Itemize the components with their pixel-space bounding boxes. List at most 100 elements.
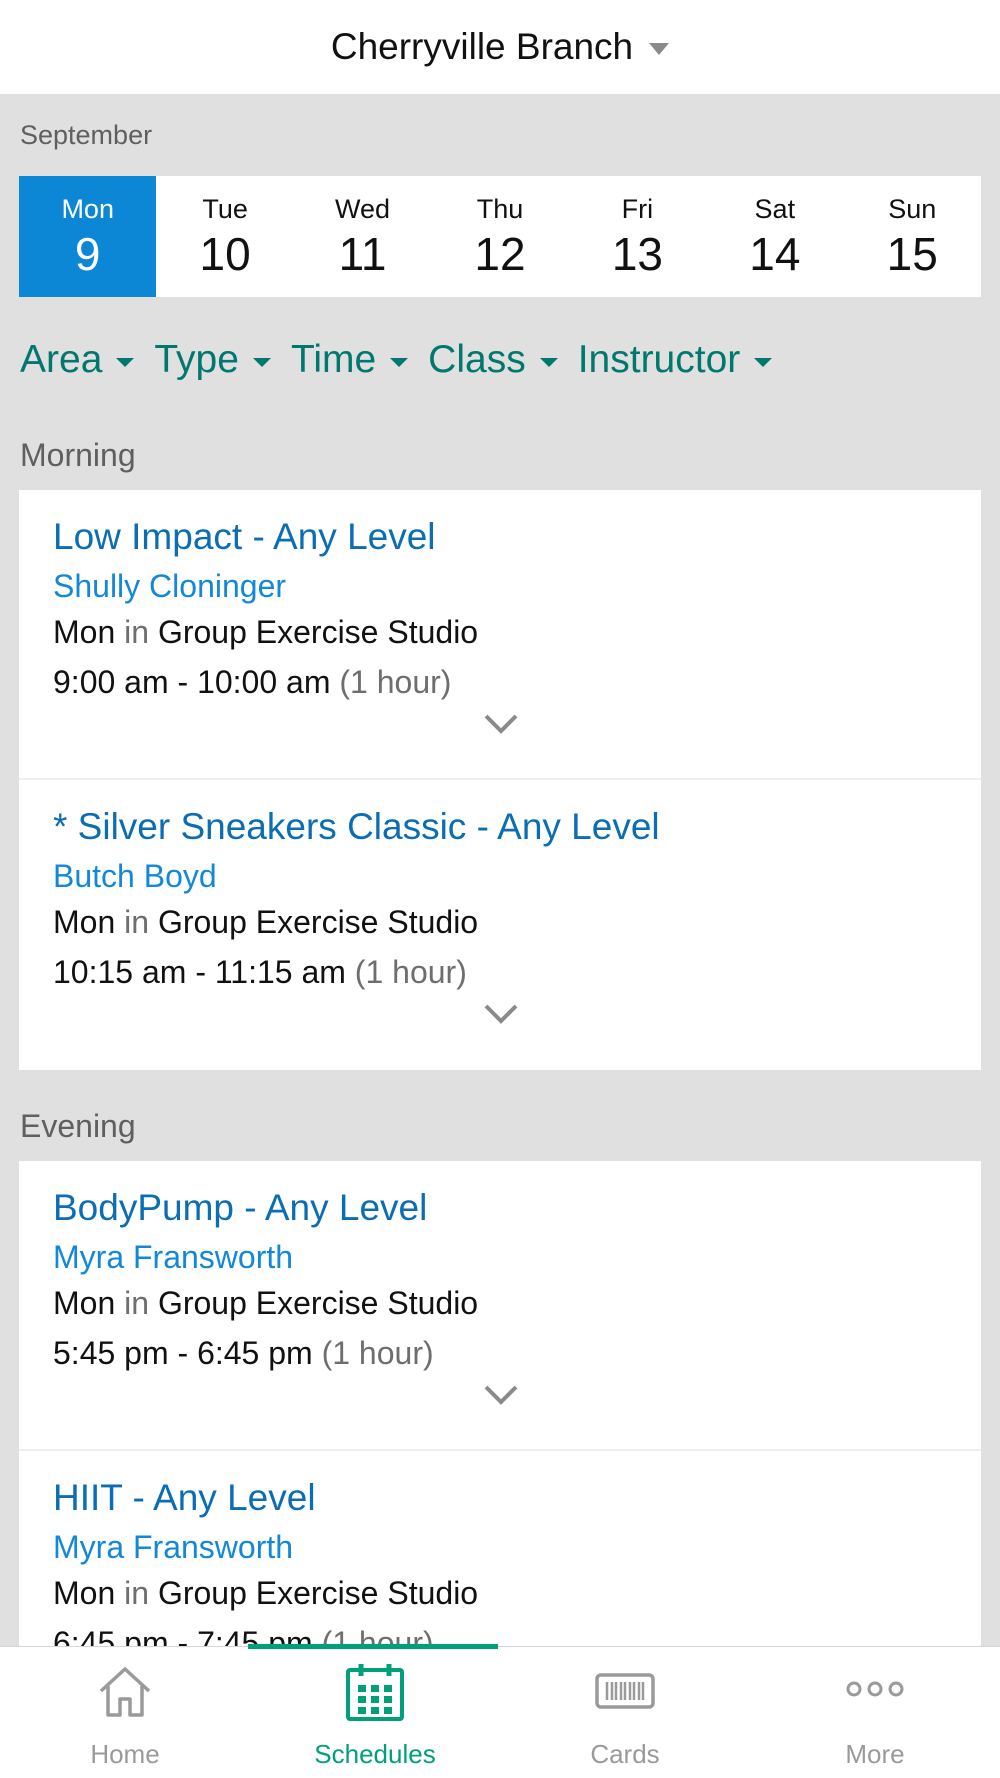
caret-down-icon	[649, 43, 670, 55]
instructor-link[interactable]: Myra Fransworth	[53, 1239, 293, 1276]
filter-area[interactable]: Area	[20, 338, 135, 382]
filter-label: Time	[290, 338, 377, 381]
chevron-down-icon[interactable]	[483, 1002, 519, 1026]
class-location: Mon in Group Exercise Studio	[53, 1285, 478, 1322]
month-label: September	[20, 120, 153, 150]
class-day: Mon	[53, 614, 116, 650]
duration: (1 hour)	[354, 954, 467, 990]
instructor-link[interactable]: Butch Boyd	[53, 858, 217, 895]
duration: (1 hour)	[339, 664, 452, 700]
class-item[interactable]: Low Impact - Any Level Shully Cloninger …	[19, 490, 981, 780]
top-bar: Cherryville Branch	[0, 0, 1000, 94]
filter-label: Instructor	[577, 338, 741, 381]
barcode-card-icon	[595, 1673, 655, 1709]
more-dots-icon	[846, 1681, 904, 1697]
tab-label: Cards	[590, 1739, 660, 1769]
day-number: 9	[74, 227, 101, 280]
day-number: 14	[749, 227, 801, 280]
class-location: Mon in Group Exercise Studio	[53, 1575, 478, 1612]
day-fri[interactable]: Fri 13	[569, 176, 706, 297]
class-room: Group Exercise Studio	[157, 1285, 479, 1321]
day-name: Mon	[61, 193, 114, 224]
time-range: 5:45 pm - 6:45 pm	[53, 1335, 313, 1371]
day-mon[interactable]: Mon 9	[19, 176, 157, 297]
caret-down-icon	[390, 357, 409, 367]
day-number: 15	[886, 227, 938, 280]
class-time: 10:15 am - 11:15 am (1 hour)	[53, 954, 467, 991]
section-morning-label: Morning	[20, 437, 136, 473]
day-number: 12	[474, 227, 526, 280]
in-label: in	[124, 1575, 150, 1611]
class-room: Group Exercise Studio	[157, 904, 479, 940]
class-day: Mon	[53, 1575, 116, 1611]
branch-selector[interactable]: Cherryville Branch	[330, 26, 670, 68]
bottom-tab-bar: Home Schedules Cards More	[0, 1646, 1000, 1778]
in-label: in	[124, 904, 150, 940]
class-room: Group Exercise Studio	[157, 614, 479, 650]
active-tab-indicator	[248, 1644, 498, 1649]
class-title[interactable]: Low Impact - Any Level	[53, 516, 436, 558]
day-number: 11	[338, 227, 387, 280]
class-title[interactable]: * Silver Sneakers Classic - Any Level	[53, 806, 660, 848]
class-location: Mon in Group Exercise Studio	[53, 614, 478, 651]
day-number: 13	[611, 227, 663, 280]
day-name: Thu	[476, 193, 524, 224]
day-strip: Mon 9 Tue 10 Wed 11 Thu 12 Fri 13 Sat 14…	[19, 176, 981, 297]
class-item[interactable]: * Silver Sneakers Classic - Any Level Bu…	[19, 780, 981, 1070]
day-name: Sat	[754, 193, 796, 224]
day-name: Sun	[888, 193, 937, 224]
filter-label: Type	[154, 338, 239, 381]
day-tue[interactable]: Tue 10	[156, 176, 293, 297]
filter-instructor[interactable]: Instructor	[578, 338, 773, 382]
filter-type[interactable]: Type	[154, 338, 271, 382]
branch-name: Cherryville Branch	[330, 26, 634, 67]
class-room: Group Exercise Studio	[157, 1575, 479, 1611]
in-label: in	[124, 1285, 150, 1321]
class-location: Mon in Group Exercise Studio	[53, 904, 478, 941]
chevron-down-icon[interactable]	[483, 712, 519, 736]
evening-class-list: BodyPump - Any Level Myra Fransworth Mon…	[19, 1161, 981, 1646]
calendar-icon	[346, 1664, 404, 1721]
caret-down-icon	[252, 357, 271, 367]
filter-time[interactable]: Time	[290, 338, 409, 382]
filter-bar: Area Type Time Class Instructor	[20, 338, 773, 382]
class-time: 9:00 am - 10:00 am (1 hour)	[53, 664, 451, 701]
instructor-link[interactable]: Shully Cloninger	[53, 568, 286, 605]
day-sun[interactable]: Sun 15	[844, 176, 981, 297]
morning-class-list: Low Impact - Any Level Shully Cloninger …	[19, 490, 981, 1070]
duration: (1 hour)	[321, 1625, 434, 1646]
tab-schedules[interactable]: Schedules	[250, 1647, 500, 1778]
chevron-down-icon[interactable]	[483, 1383, 519, 1407]
class-item[interactable]: BodyPump - Any Level Myra Fransworth Mon…	[19, 1161, 981, 1451]
filter-label: Class	[428, 338, 526, 381]
class-title[interactable]: HIIT - Any Level	[53, 1477, 316, 1519]
tab-label: More	[845, 1739, 905, 1769]
in-label: in	[124, 614, 150, 650]
day-wed[interactable]: Wed 11	[294, 176, 431, 297]
duration: (1 hour)	[321, 1335, 434, 1371]
day-thu[interactable]: Thu 12	[431, 176, 568, 297]
instructor-link[interactable]: Myra Fransworth	[53, 1529, 293, 1566]
section-evening-label: Evening	[20, 1108, 136, 1144]
caret-down-icon	[116, 357, 135, 367]
filter-class[interactable]: Class	[428, 338, 558, 382]
class-time: 5:45 pm - 6:45 pm (1 hour)	[53, 1335, 434, 1372]
time-range: 10:15 am - 11:15 am	[53, 954, 346, 990]
tab-label: Schedules	[314, 1739, 436, 1769]
tab-label: Home	[90, 1739, 160, 1769]
caret-down-icon	[754, 357, 773, 367]
day-number: 10	[199, 227, 251, 280]
caret-down-icon	[539, 357, 558, 367]
class-time: 6:45 pm - 7:45 pm (1 hour)	[53, 1625, 434, 1646]
class-item[interactable]: HIIT - Any Level Myra Fransworth Mon in …	[19, 1451, 981, 1646]
tab-cards[interactable]: Cards	[500, 1647, 750, 1778]
filter-label: Area	[20, 338, 103, 381]
class-day: Mon	[53, 904, 116, 940]
tab-home[interactable]: Home	[0, 1647, 250, 1778]
tab-more[interactable]: More	[750, 1647, 1000, 1778]
time-range: 6:45 pm - 7:45 pm	[53, 1625, 313, 1646]
day-sat[interactable]: Sat 14	[706, 176, 843, 297]
day-name: Tue	[202, 193, 248, 224]
time-range: 9:00 am - 10:00 am	[53, 664, 331, 700]
class-title[interactable]: BodyPump - Any Level	[53, 1187, 427, 1229]
